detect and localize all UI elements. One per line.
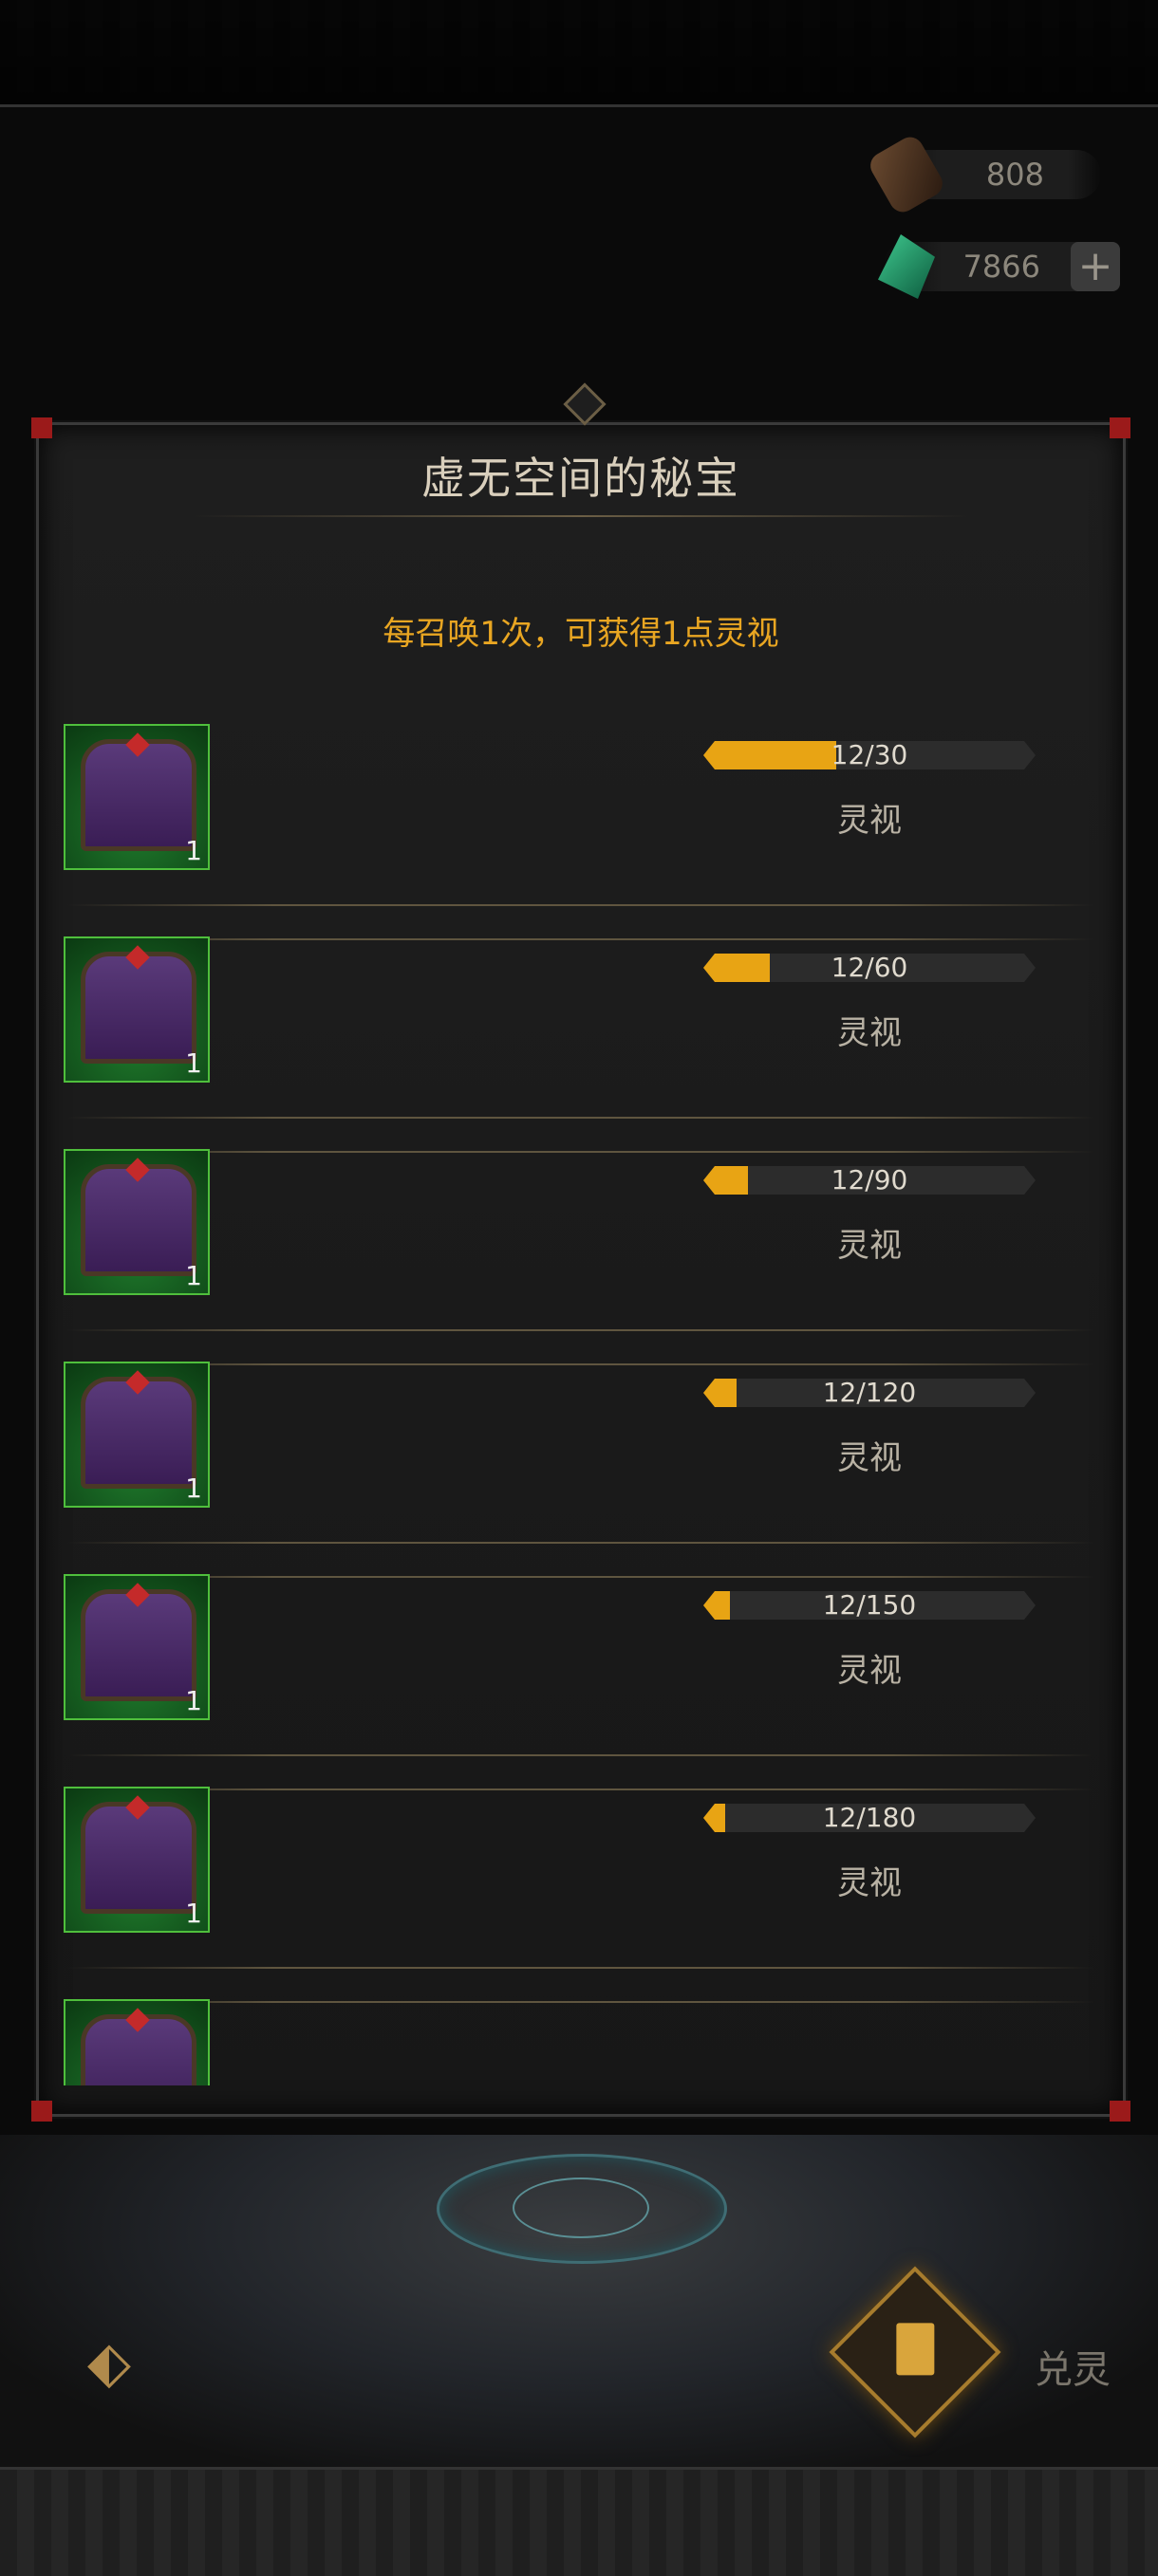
back-arrow-icon: ⬖ <box>86 2329 132 2396</box>
treasure-chest-icon <box>81 2014 196 2085</box>
progress-bar: 12/30 <box>703 741 1036 769</box>
item-count: 1 <box>185 1685 202 1716</box>
progress-text: 12/90 <box>831 1164 908 1195</box>
treasure-chest-icon <box>81 1802 196 1914</box>
item-count: 1 <box>185 835 202 866</box>
reward-row: 1 12/90 灵视 <box>39 1140 1123 1365</box>
top-border <box>0 0 1158 107</box>
summon-circle-inner <box>513 2178 649 2238</box>
progress-text: 12/150 <box>822 1589 917 1621</box>
reward-label: 灵视 <box>837 1439 902 1477</box>
treasure-chest-icon <box>81 739 196 851</box>
progress-bar: 12/180 <box>703 1804 1036 1832</box>
back-button[interactable]: ⬖ <box>38 2315 180 2410</box>
panel-subtitle: 每召唤1次，可获得1点灵视 <box>383 615 779 653</box>
treasure-chest-icon <box>81 1164 196 1276</box>
panel-title: 虚无空间的秘宝 <box>421 453 740 504</box>
row-divider <box>67 904 1094 906</box>
treasure-chest-icon <box>81 1589 196 1701</box>
row-divider <box>67 1967 1094 1969</box>
jade-gem-icon <box>878 234 935 299</box>
reward-row: 1 12/60 灵视 <box>39 927 1123 1153</box>
row-divider <box>67 1329 1094 1331</box>
gem-count: 7866 <box>962 249 1040 285</box>
item-count: 1 <box>185 1260 202 1291</box>
scroll-count: 808 <box>985 157 1044 193</box>
reward-list[interactable]: 1 12/30 灵视 1 12/60 灵视 1 12/90 灵视 1 12/12… <box>39 714 1123 2085</box>
title-diamond-ornament <box>563 382 607 426</box>
reward-row: 1 12/150 灵视 <box>39 1565 1123 1790</box>
add-gem-button[interactable]: + <box>1071 242 1120 291</box>
reward-item[interactable]: 1 <box>64 936 210 1083</box>
treasure-chest-icon <box>81 952 196 1064</box>
reward-row: 1 12/30 灵视 <box>39 714 1123 940</box>
corner-ornament <box>31 417 52 438</box>
row-divider <box>67 1754 1094 1756</box>
reward-item[interactable]: 1 <box>64 724 210 870</box>
reward-item[interactable]: 1 <box>64 1149 210 1295</box>
row-divider <box>67 1542 1094 1544</box>
card-diamond-icon <box>829 2266 1001 2438</box>
row-divider <box>67 1117 1094 1119</box>
redeem-label: 兑灵 <box>1035 2348 1111 2392</box>
card-icon <box>896 2323 935 2376</box>
reward-label: 灵视 <box>837 1864 902 1902</box>
progress-bar: 12/150 <box>703 1591 1036 1620</box>
progress-bar: 12/90 <box>703 1166 1036 1195</box>
progress-text: 12/60 <box>831 952 908 983</box>
scroll-icon <box>866 132 947 217</box>
title-divider <box>191 515 971 517</box>
treasure-chest-icon <box>81 1377 196 1489</box>
reward-label: 灵视 <box>837 802 902 840</box>
progress-bar: 12/120 <box>703 1379 1036 1407</box>
reward-row: 1 12/180 灵视 <box>39 1777 1123 2003</box>
item-count: 1 <box>185 1898 202 1929</box>
corner-ornament <box>1110 2101 1130 2122</box>
currency-gem: 7866 + <box>878 234 1120 299</box>
bottom-border <box>0 2467 1158 2576</box>
item-count: 1 <box>185 1047 202 1079</box>
corner-ornament <box>1110 417 1130 438</box>
corner-ornament <box>31 2101 52 2122</box>
reward-item[interactable]: 1 <box>64 1574 210 1720</box>
reward-row: 1 12/120 灵视 <box>39 1352 1123 1578</box>
progress-text: 12/180 <box>822 1802 917 1833</box>
redeem-spirit-button[interactable]: 兑灵 <box>829 2266 1139 2443</box>
reward-item[interactable]: 1 <box>64 1787 210 1933</box>
reward-label: 灵视 <box>837 1227 902 1265</box>
progress-bar: 12/60 <box>703 954 1036 982</box>
progress-text: 12/120 <box>822 1377 917 1408</box>
reward-label: 灵视 <box>837 1014 902 1052</box>
reward-row-partial <box>39 1990 1123 2085</box>
reward-panel: 虚无空间的秘宝 每召唤1次，可获得1点灵视 1 12/30 灵视 1 12/60… <box>31 382 1130 2122</box>
reward-item[interactable] <box>64 1999 210 2085</box>
item-count: 1 <box>185 1473 202 1504</box>
reward-label: 灵视 <box>837 1652 902 1690</box>
currency-scroll: 808 <box>866 132 1101 217</box>
reward-item[interactable]: 1 <box>64 1362 210 1508</box>
progress-text: 12/30 <box>831 739 908 770</box>
